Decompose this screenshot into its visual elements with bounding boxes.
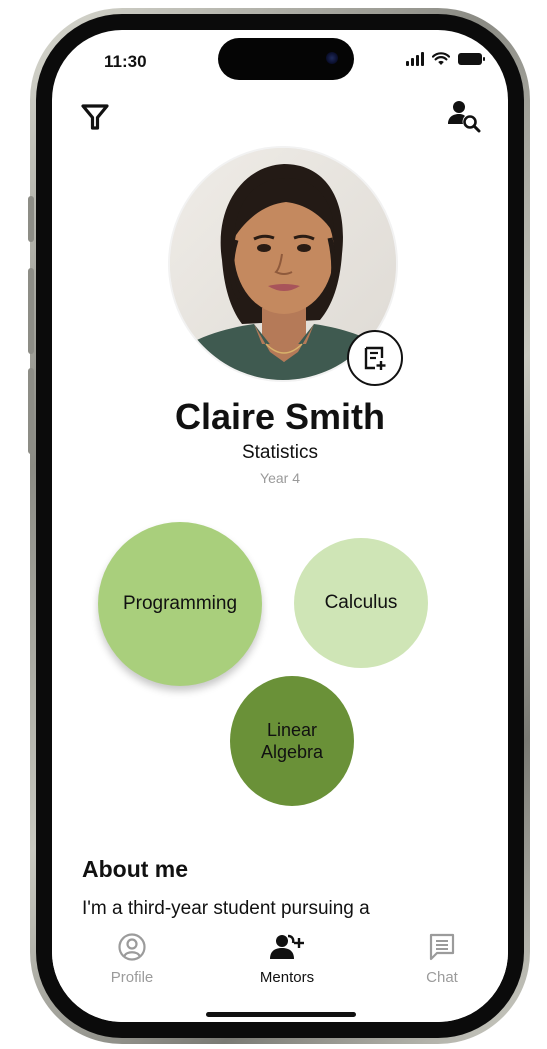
interest-label: Linear Algebra [260, 720, 324, 762]
tab-bar: Profile Mentors Chat [52, 926, 508, 1022]
status-time: 11:30 [104, 52, 147, 71]
side-button [28, 368, 34, 454]
chat-icon [429, 933, 455, 961]
filter-icon [81, 104, 109, 130]
tab-mentors[interactable]: Mentors [242, 932, 332, 986]
about-title: About me [82, 856, 189, 882]
filter-button[interactable] [80, 102, 110, 132]
profile-major: Statistics [241, 442, 319, 463]
about-text: I'm a third-year student pursuing a [82, 898, 370, 919]
camera-icon [326, 52, 338, 64]
profile-name: Claire Smith [174, 396, 386, 437]
add-note-button[interactable] [347, 330, 403, 386]
interest-bubble-programming[interactable]: Programming [98, 522, 262, 686]
tab-profile[interactable]: Profile [87, 932, 177, 986]
side-button [28, 268, 34, 354]
person-search-icon [448, 101, 481, 133]
tab-label: Profile [110, 969, 154, 986]
interest-bubble-linear-algebra[interactable]: Linear Algebra [230, 676, 354, 806]
home-indicator[interactable] [206, 1012, 356, 1017]
search-mentor-button[interactable] [446, 98, 482, 134]
interest-bubble-calculus[interactable]: Calculus [294, 538, 428, 668]
tab-label: Chat [426, 969, 458, 986]
phone-screen: 11:30 Claire Smith Statistics Year 4 Pro… [52, 30, 508, 1022]
profile-year: Year 4 [260, 470, 300, 486]
profile-icon [118, 933, 146, 961]
battery-icon [458, 53, 485, 65]
side-button [28, 196, 34, 242]
tab-chat[interactable]: Chat [397, 932, 487, 986]
note-add-icon [364, 346, 386, 370]
mentors-icon [270, 934, 304, 959]
signal-icon [406, 52, 424, 66]
tab-label: Mentors [259, 969, 315, 986]
interest-label: Calculus [324, 592, 398, 613]
wifi-icon [432, 52, 450, 65]
interest-label: Programming [122, 593, 238, 614]
dynamic-island [218, 38, 354, 80]
status-icons [406, 52, 485, 66]
